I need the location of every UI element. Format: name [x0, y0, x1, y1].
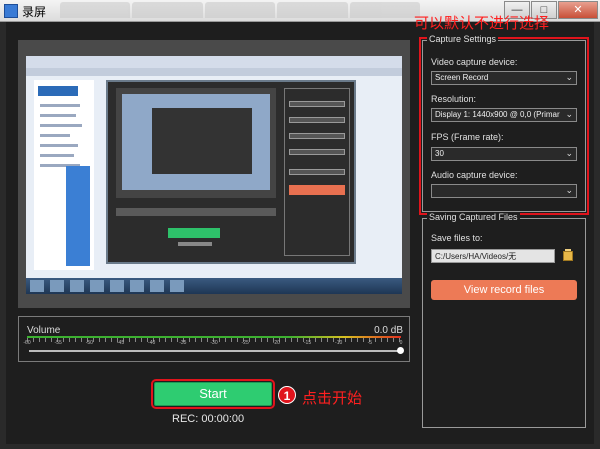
volume-scale: -60 -55 -50 -45 -40 -35 -30 -25 -20 -15 -10 -5 0	[23, 340, 403, 348]
resolution-label: Resolution:	[431, 94, 477, 104]
volume-scale-label: -10	[335, 340, 343, 346]
resolution-select[interactable]: Display 1: 1440x900 @ 0,0 (Primar ⌄	[431, 108, 577, 122]
volume-scale-label: -50	[85, 340, 93, 346]
saving-files-title: Saving Captured Files	[427, 212, 520, 222]
app-icon	[4, 4, 18, 18]
top-annotation: 可以默认不进行选择	[414, 14, 550, 32]
nested-recorder-window	[106, 80, 356, 264]
volume-scale-label: -45	[116, 340, 125, 346]
volume-slider[interactable]	[29, 350, 401, 352]
saving-files-group: Saving Captured Files Save files to: C:/…	[422, 212, 586, 428]
volume-slider-thumb[interactable]	[397, 347, 404, 354]
view-record-files-button[interactable]: View record files	[431, 280, 577, 300]
fps-select[interactable]: 30 ⌄	[431, 147, 577, 161]
resolution-value: Display 1: 1440x900 @ 0,0 (Primar	[435, 110, 560, 119]
volume-scale-label: -30	[210, 340, 218, 346]
step-badge: 1	[278, 386, 296, 404]
window-title: 录屏	[22, 5, 47, 19]
rec-timer: REC: 00:00:00	[172, 413, 245, 425]
folder-icon[interactable]	[563, 249, 573, 261]
chevron-down-icon: ⌄	[565, 109, 573, 119]
volume-label: Volume	[27, 325, 61, 336]
audio-device-select[interactable]: ⌄	[431, 184, 577, 198]
save-to-label: Save files to:	[431, 233, 483, 243]
video-device-select[interactable]: Screen Record ⌄	[431, 71, 577, 85]
capture-settings-group: Capture Settings Video capture device: S…	[419, 34, 589, 215]
volume-scale-label: 0	[399, 340, 403, 346]
background-tabs	[60, 2, 421, 18]
save-path-field[interactable]: C:/Users/HA/Videos/无	[431, 249, 555, 263]
volume-scale-label: -35	[179, 340, 187, 346]
start-button[interactable]: Start	[151, 379, 275, 409]
chevron-down-icon: ⌄	[565, 185, 573, 195]
volume-scale-label: -25	[241, 340, 249, 346]
screen-preview	[18, 40, 410, 308]
volume-scale-label: -5	[367, 340, 373, 346]
close-button[interactable]: ✕	[558, 1, 598, 19]
chevron-down-icon: ⌄	[565, 72, 573, 82]
volume-scale-label: -60	[23, 340, 31, 346]
audio-device-label: Audio capture device:	[431, 170, 518, 180]
volume-scale-label: -20	[272, 340, 280, 346]
preview-screenshot	[26, 56, 402, 294]
volume-scale-label: -15	[303, 340, 312, 346]
fps-value: 30	[435, 149, 444, 158]
step-annotation: 点击开始	[302, 389, 363, 407]
recorder-app: Volume 0.0 dB -60 -55 -50 -45 -40 -35 -30 -25 -2…	[6, 14, 594, 444]
volume-value: 0.0 dB	[374, 325, 403, 336]
volume-scale-label: -55	[54, 340, 62, 346]
video-device-value: Screen Record	[435, 73, 489, 82]
chevron-down-icon: ⌄	[565, 148, 573, 158]
capture-settings-title: Capture Settings	[427, 34, 499, 44]
video-device-label: Video capture device:	[431, 57, 518, 67]
volume-panel: Volume 0.0 dB -60 -55 -50 -45 -40 -35 -30 -25 -2…	[18, 316, 410, 362]
volume-scale-label: -40	[148, 340, 156, 346]
fps-label: FPS (Frame rate):	[431, 132, 504, 142]
